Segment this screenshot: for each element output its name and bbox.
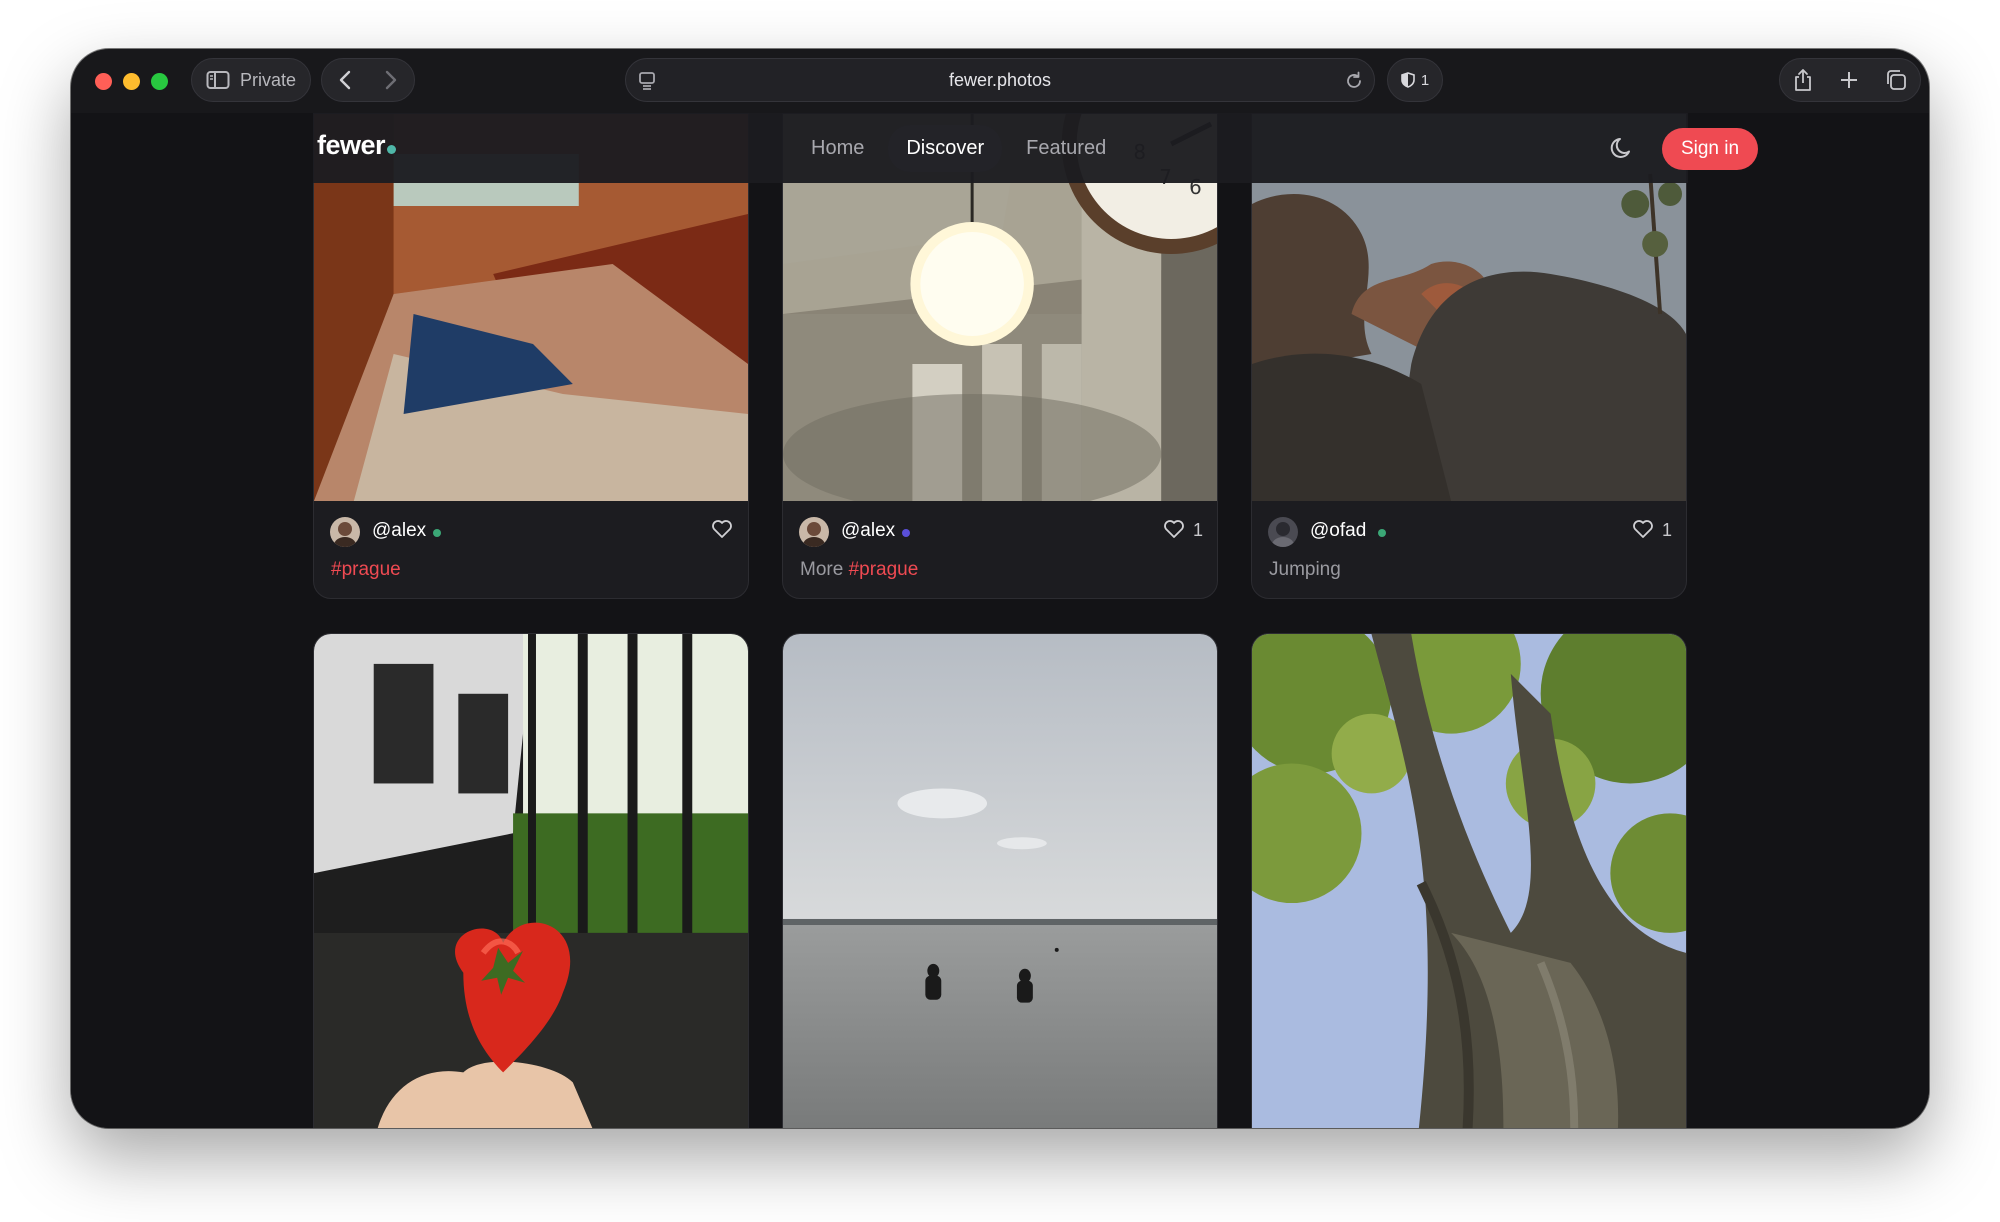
share-icon[interactable]	[1793, 68, 1813, 92]
close-window-button[interactable]	[95, 73, 112, 90]
history-nav	[321, 58, 415, 102]
hashtag-link[interactable]: #prague	[849, 559, 919, 580]
minimize-window-button[interactable]	[123, 73, 140, 90]
browser-toolbar: Private fewer.photos 1	[71, 49, 1929, 113]
photo-card[interactable]	[313, 633, 749, 1128]
main-nav: Home Discover Featured	[793, 125, 1124, 172]
nav-discover[interactable]: Discover	[888, 125, 1003, 172]
new-tab-icon[interactable]	[1839, 70, 1859, 90]
tab-overview-icon[interactable]	[1885, 69, 1907, 91]
heart-icon[interactable]	[1632, 519, 1654, 539]
post-caption: #prague	[331, 559, 401, 581]
browser-window: Private fewer.photos 1 fewer Home Discov…	[71, 49, 1929, 1128]
shield-icon	[1401, 72, 1415, 88]
address-bar[interactable]: fewer.photos	[625, 58, 1375, 102]
privacy-report-button[interactable]: 1	[1387, 58, 1443, 102]
photo-card[interactable]: @ofad 1 Jumping	[1251, 113, 1687, 599]
photo-card[interactable]	[782, 633, 1218, 1128]
moon-icon[interactable]	[1609, 135, 1635, 161]
post-caption: Jumping	[1269, 559, 1341, 581]
back-button[interactable]	[338, 69, 352, 91]
photo-card[interactable]: 8 7 6 @alex 1 More #prague	[782, 113, 1218, 599]
heart-icon[interactable]	[1163, 519, 1185, 539]
user-handle[interactable]: @ofad	[1310, 520, 1366, 542]
like-count: 1	[1662, 520, 1673, 540]
card-meta: @alex #prague	[314, 501, 748, 598]
shield-count: 1	[1420, 71, 1430, 89]
status-dot	[1378, 529, 1386, 537]
caption-text: Jumping	[1269, 559, 1341, 580]
zoom-window-button[interactable]	[151, 73, 168, 90]
avatar[interactable]	[799, 517, 829, 547]
nav-home[interactable]: Home	[793, 125, 882, 172]
photo-oak-tree[interactable]	[1252, 634, 1686, 1128]
site-header: fewer Home Discover Featured Sign in	[313, 113, 1758, 183]
user-handle[interactable]: @alex	[841, 520, 895, 542]
like-count: 1	[1193, 520, 1204, 540]
sidebar-icon	[206, 70, 230, 90]
card-meta: @alex 1 More #prague	[783, 501, 1217, 598]
window-actions	[1779, 58, 1921, 102]
caption-text: More	[800, 559, 849, 580]
avatar[interactable]	[330, 517, 360, 547]
avatar[interactable]	[1268, 517, 1298, 547]
card-meta: @ofad 1 Jumping	[1252, 501, 1686, 598]
post-caption: More #prague	[800, 559, 918, 581]
site-logo[interactable]: fewer	[317, 130, 397, 161]
photo-heart-tomato[interactable]	[314, 634, 748, 1128]
photo-card[interactable]	[1251, 633, 1687, 1128]
sign-in-button[interactable]: Sign in	[1662, 128, 1758, 170]
sidebar-private-button[interactable]: Private	[191, 58, 311, 102]
reload-icon[interactable]	[1344, 71, 1364, 91]
url-text: fewer.photos	[948, 69, 1052, 90]
hashtag-link[interactable]: #prague	[331, 559, 401, 580]
status-dot	[902, 529, 910, 537]
web-page: fewer Home Discover Featured Sign in @al…	[71, 113, 1929, 1128]
nav-featured[interactable]: Featured	[1008, 125, 1124, 172]
photo-sea-swimmers[interactable]	[783, 634, 1217, 1128]
logo-text: fewer	[317, 130, 386, 160]
heart-icon[interactable]	[711, 519, 733, 539]
logo-dot	[387, 145, 397, 154]
forward-button[interactable]	[384, 69, 398, 91]
page-menu-icon[interactable]	[638, 71, 656, 91]
private-label: Private	[240, 69, 297, 90]
photo-card[interactable]: @alex #prague	[313, 113, 749, 599]
user-handle[interactable]: @alex	[372, 520, 426, 542]
status-dot	[433, 529, 441, 537]
